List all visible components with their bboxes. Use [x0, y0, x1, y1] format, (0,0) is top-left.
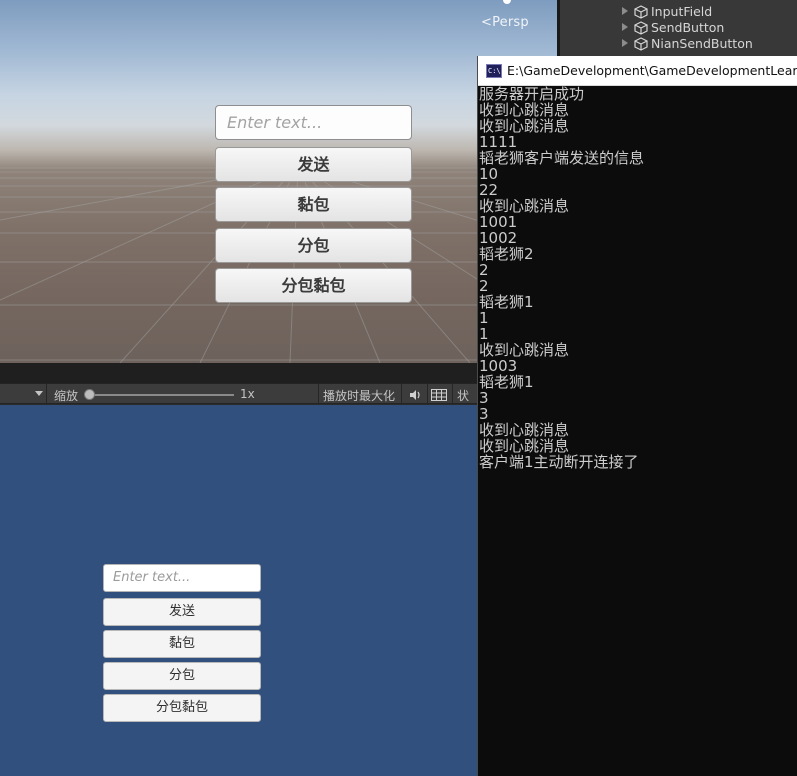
mute-audio-icon[interactable] — [404, 386, 426, 403]
maximize-on-play-toggle[interactable]: 播放时最大化 — [323, 387, 395, 404]
console-line: 3 — [479, 389, 489, 407]
console-app-icon: C:\ — [486, 64, 502, 78]
stats-grid-icon[interactable] — [428, 386, 450, 403]
scale-value: 1x — [240, 387, 255, 401]
console-line: 1 — [479, 309, 489, 327]
world-text-input[interactable]: Enter text... — [215, 105, 412, 140]
console-line: 3 — [479, 405, 489, 423]
world-split-packet-button[interactable]: 分包 — [215, 228, 412, 263]
desktop-root: <Persp Enter text... 发送 黏包 分包 分包黏包 缩放 1x… — [0, 0, 797, 776]
scale-slider-track[interactable] — [90, 394, 234, 396]
console-line: 韬老狮1 — [479, 373, 534, 391]
toolbar-divider — [46, 384, 47, 405]
console-line: 收到心跳消息 — [479, 101, 570, 119]
console-line: 收到心跳消息 — [479, 117, 570, 135]
console-line: 1111 — [479, 133, 518, 151]
console-line: 收到心跳消息 — [479, 341, 570, 359]
world-split-sticky-button[interactable]: 分包黏包 — [215, 268, 412, 303]
toolbar-divider — [401, 384, 402, 405]
console-line: 22 — [479, 181, 499, 199]
console-line: 客户端1主动断开连接了 — [479, 453, 639, 471]
game-toolbar: 缩放 1x 播放时最大化 状态 — [0, 383, 477, 420]
hierarchy-item-label: InputField — [651, 4, 713, 19]
game-split-sticky-button[interactable]: 分包黏包 — [103, 694, 261, 722]
console-line: 1003 — [479, 357, 518, 375]
hierarchy-item-label: NianSendButton — [651, 36, 753, 51]
console-title-bar[interactable]: C:\ E:\GameDevelopment\GameDevelopmentLe… — [478, 56, 797, 86]
scale-slider-handle[interactable] — [84, 389, 95, 400]
console-line: 10 — [479, 165, 499, 183]
game-sticky-packet-button[interactable]: 黏包 — [103, 630, 261, 658]
game-send-button[interactable]: 发送 — [103, 598, 261, 626]
hierarchy-panel: InputField SendButton NianSendButton — [560, 0, 797, 56]
console-line: 2 — [479, 261, 489, 279]
gameobject-cube-icon — [634, 21, 648, 35]
scale-label: 缩放 — [54, 389, 79, 403]
console-line: 收到心跳消息 — [479, 437, 570, 455]
console-line: 2 — [479, 277, 489, 295]
console-line: 韬老狮客户端发送的信息 — [479, 149, 645, 167]
game-tab-strip — [0, 363, 477, 383]
gameobject-cube-icon — [634, 37, 648, 51]
expand-arrow-icon[interactable] — [622, 39, 628, 47]
gameobject-cube-icon — [634, 5, 648, 19]
world-send-button[interactable]: 发送 — [215, 147, 412, 182]
expand-arrow-icon[interactable] — [622, 7, 628, 15]
console-window[interactable]: C:\ E:\GameDevelopment\GameDevelopmentLe… — [477, 56, 797, 776]
toolbar-divider — [318, 384, 319, 405]
console-line: 收到心跳消息 — [479, 421, 570, 439]
console-window-title: E:\GameDevelopment\GameDevelopmentLearni… — [507, 63, 797, 78]
game-view[interactable]: Enter text... 发送 黏包 分包 分包黏包 — [0, 405, 477, 776]
console-line: 1002 — [479, 229, 518, 247]
console-line: 收到心跳消息 — [479, 197, 570, 215]
console-line: 1001 — [479, 213, 518, 231]
console-line: 韬老狮2 — [479, 245, 534, 263]
game-text-input[interactable]: Enter text... — [103, 564, 261, 592]
game-split-packet-button[interactable]: 分包 — [103, 662, 261, 690]
console-line: 1 — [479, 325, 489, 343]
persp-label[interactable]: <Persp — [481, 15, 529, 30]
world-sticky-packet-button[interactable]: 黏包 — [215, 187, 412, 222]
console-line: 服务器开启成功 — [479, 85, 585, 103]
console-output[interactable]: 服务器开启成功 收到心跳消息 收到心跳消息 1111 韬老狮客户端发送的信息 10 22 收到… — [478, 86, 797, 470]
scene-view[interactable]: <Persp Enter text... 发送 黏包 分包 分包黏包 — [0, 0, 557, 363]
toolbar-divider — [452, 384, 453, 405]
console-line: 韬老狮1 — [479, 293, 534, 311]
hierarchy-item-label: SendButton — [651, 20, 725, 35]
expand-arrow-icon[interactable] — [622, 23, 628, 31]
display-dropdown-arrow-icon[interactable] — [35, 391, 43, 396]
